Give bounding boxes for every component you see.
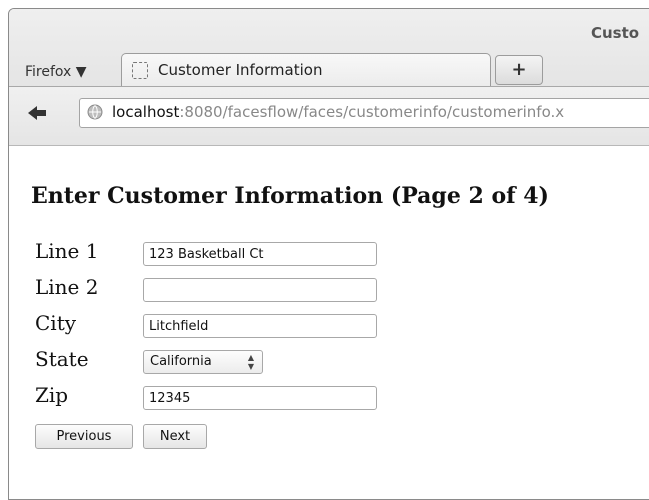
- plus-icon: +: [511, 59, 527, 80]
- back-arrow-icon: [28, 106, 46, 120]
- zip-label: Zip: [35, 383, 69, 407]
- line1-label: Line 1: [35, 239, 99, 263]
- url-path: :8080/facesflow/faces/customerinfo/custo…: [179, 103, 565, 121]
- new-tab-button[interactable]: +: [495, 55, 543, 85]
- url-bar[interactable]: localhost:8080/facesflow/faces/customeri…: [79, 98, 649, 128]
- zip-input[interactable]: [143, 386, 377, 410]
- tab-customer-information[interactable]: Customer Information: [121, 53, 491, 87]
- state-select[interactable]: California ▲ ▼: [143, 350, 263, 374]
- page-content: Enter Customer Information (Page 2 of 4)…: [9, 145, 649, 499]
- browser-window: Custo Firefox ▼ Customer Information + l…: [8, 8, 649, 500]
- next-button[interactable]: Next: [143, 424, 207, 449]
- url-host: localhost: [112, 103, 180, 121]
- previous-button[interactable]: Previous: [35, 424, 133, 449]
- window-title: Custo: [591, 24, 640, 42]
- up-down-arrows-icon: ▲ ▼: [247, 353, 255, 371]
- city-input[interactable]: [143, 314, 377, 338]
- back-button[interactable]: [25, 101, 49, 125]
- line2-input[interactable]: [143, 278, 377, 302]
- state-label: State: [35, 347, 89, 371]
- city-label: City: [35, 311, 77, 335]
- state-selected-value: California: [150, 354, 212, 369]
- tab-title: Customer Information: [158, 61, 323, 79]
- line2-label: Line 2: [35, 275, 99, 299]
- navigation-toolbar: localhost:8080/facesflow/faces/customeri…: [9, 86, 649, 146]
- globe-icon[interactable]: [87, 104, 103, 120]
- firefox-menu-button[interactable]: Firefox ▼: [25, 64, 87, 80]
- line1-input[interactable]: [143, 242, 377, 266]
- url-text[interactable]: localhost:8080/facesflow/faces/customeri…: [112, 103, 564, 121]
- page-heading: Enter Customer Information (Page 2 of 4): [31, 183, 549, 209]
- page-icon: [132, 62, 148, 79]
